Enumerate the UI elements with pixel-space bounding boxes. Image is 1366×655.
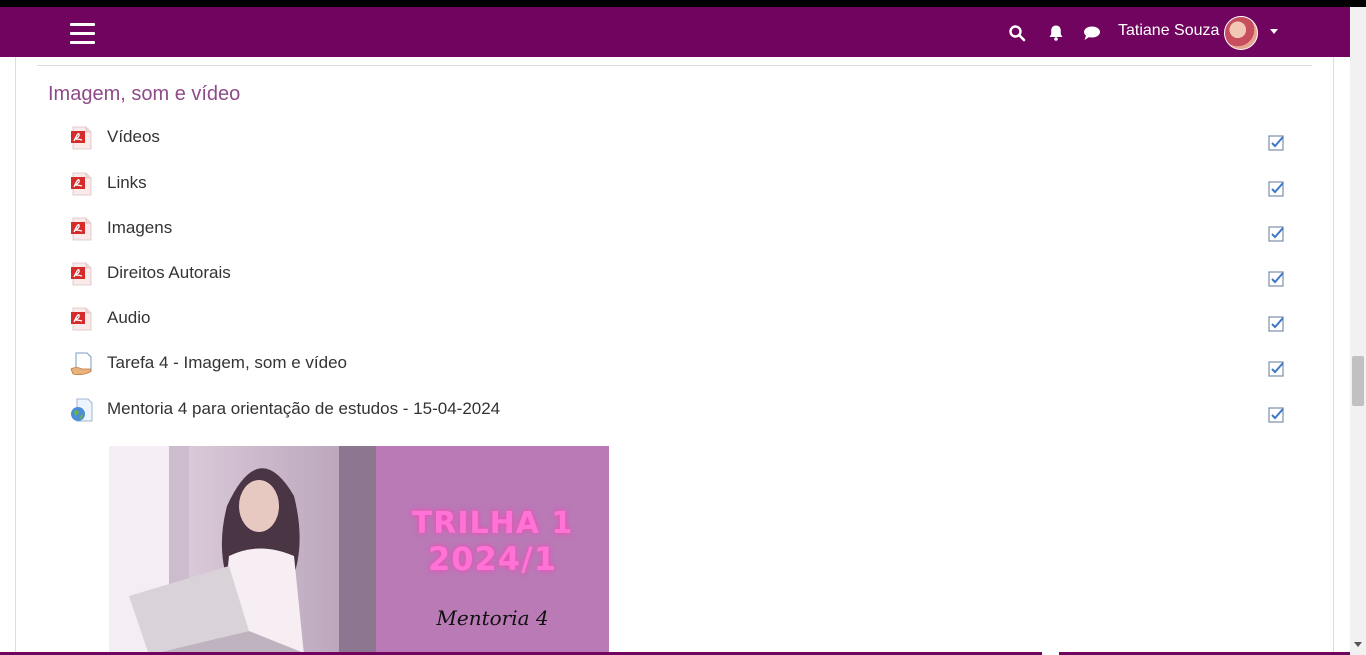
activity-link[interactable]: Audio [107, 308, 150, 328]
activity-row[interactable]: Tarefa 4 - Imagem, som e vídeo [70, 352, 1300, 393]
activity-row[interactable]: Audio [70, 307, 1300, 348]
pdf-icon [71, 126, 92, 150]
completion-checkbox-icon[interactable] [1268, 361, 1284, 377]
section-divider [37, 65, 1312, 66]
menu-icon[interactable] [70, 23, 95, 44]
assignment-icon [70, 352, 92, 376]
banner-title-line1: TRILHA 1 [411, 506, 574, 541]
banner-text-panel: TRILHA 1 2024/1 Mentoria 4 [376, 446, 609, 655]
page-scrollbar[interactable] [1350, 7, 1366, 655]
completion-checkbox-icon[interactable] [1268, 181, 1284, 197]
activity-row[interactable]: Mentoria 4 para orientação de estudos - … [70, 398, 1300, 439]
url-icon [71, 398, 93, 422]
completion-checkbox-icon[interactable] [1268, 226, 1284, 242]
scrollbar-thumb[interactable] [1352, 356, 1364, 406]
mentoria-banner-image: TRILHA 1 2024/1 Mentoria 4 [109, 446, 609, 655]
avatar[interactable] [1224, 16, 1258, 50]
completion-checkbox-icon[interactable] [1268, 407, 1284, 423]
top-strip [0, 0, 1366, 7]
chat-icon[interactable] [1083, 24, 1101, 42]
completion-checkbox-icon[interactable] [1268, 316, 1284, 332]
pdf-icon [71, 307, 92, 331]
activity-link[interactable]: Imagens [107, 218, 172, 238]
banner-subtitle: Mentoria 4 [436, 606, 549, 630]
banner-photo [109, 446, 376, 655]
pdf-icon [71, 217, 92, 241]
completion-checkbox-icon[interactable] [1268, 135, 1284, 151]
chevron-down-icon[interactable] [1270, 29, 1278, 34]
bell-icon[interactable] [1047, 24, 1065, 42]
activity-row[interactable]: Vídeos [70, 126, 1300, 167]
pdf-icon [71, 172, 92, 196]
search-icon[interactable] [1008, 24, 1026, 42]
section-title: Imagem, som e vídeo [48, 83, 241, 105]
activity-row[interactable]: Links [70, 172, 1300, 213]
banner-title-line2: 2024/1 [427, 540, 557, 578]
user-name[interactable]: Tatiane Souza [1118, 22, 1219, 40]
woman-with-laptop-illustration [109, 446, 376, 655]
activity-link[interactable]: Tarefa 4 - Imagem, som e vídeo [107, 353, 347, 373]
scroll-down-arrow-icon[interactable] [1354, 642, 1362, 647]
activity-row[interactable]: Direitos Autorais [70, 262, 1300, 303]
top-navbar: Tatiane Souza [0, 7, 1350, 57]
activity-link[interactable]: Links [107, 173, 147, 193]
activity-link[interactable]: Mentoria 4 para orientação de estudos - … [107, 399, 500, 419]
activity-row[interactable]: Imagens [70, 217, 1300, 258]
activity-link[interactable]: Direitos Autorais [107, 263, 231, 283]
pdf-icon [71, 262, 92, 286]
activity-link[interactable]: Vídeos [107, 127, 160, 147]
completion-checkbox-icon[interactable] [1268, 271, 1284, 287]
